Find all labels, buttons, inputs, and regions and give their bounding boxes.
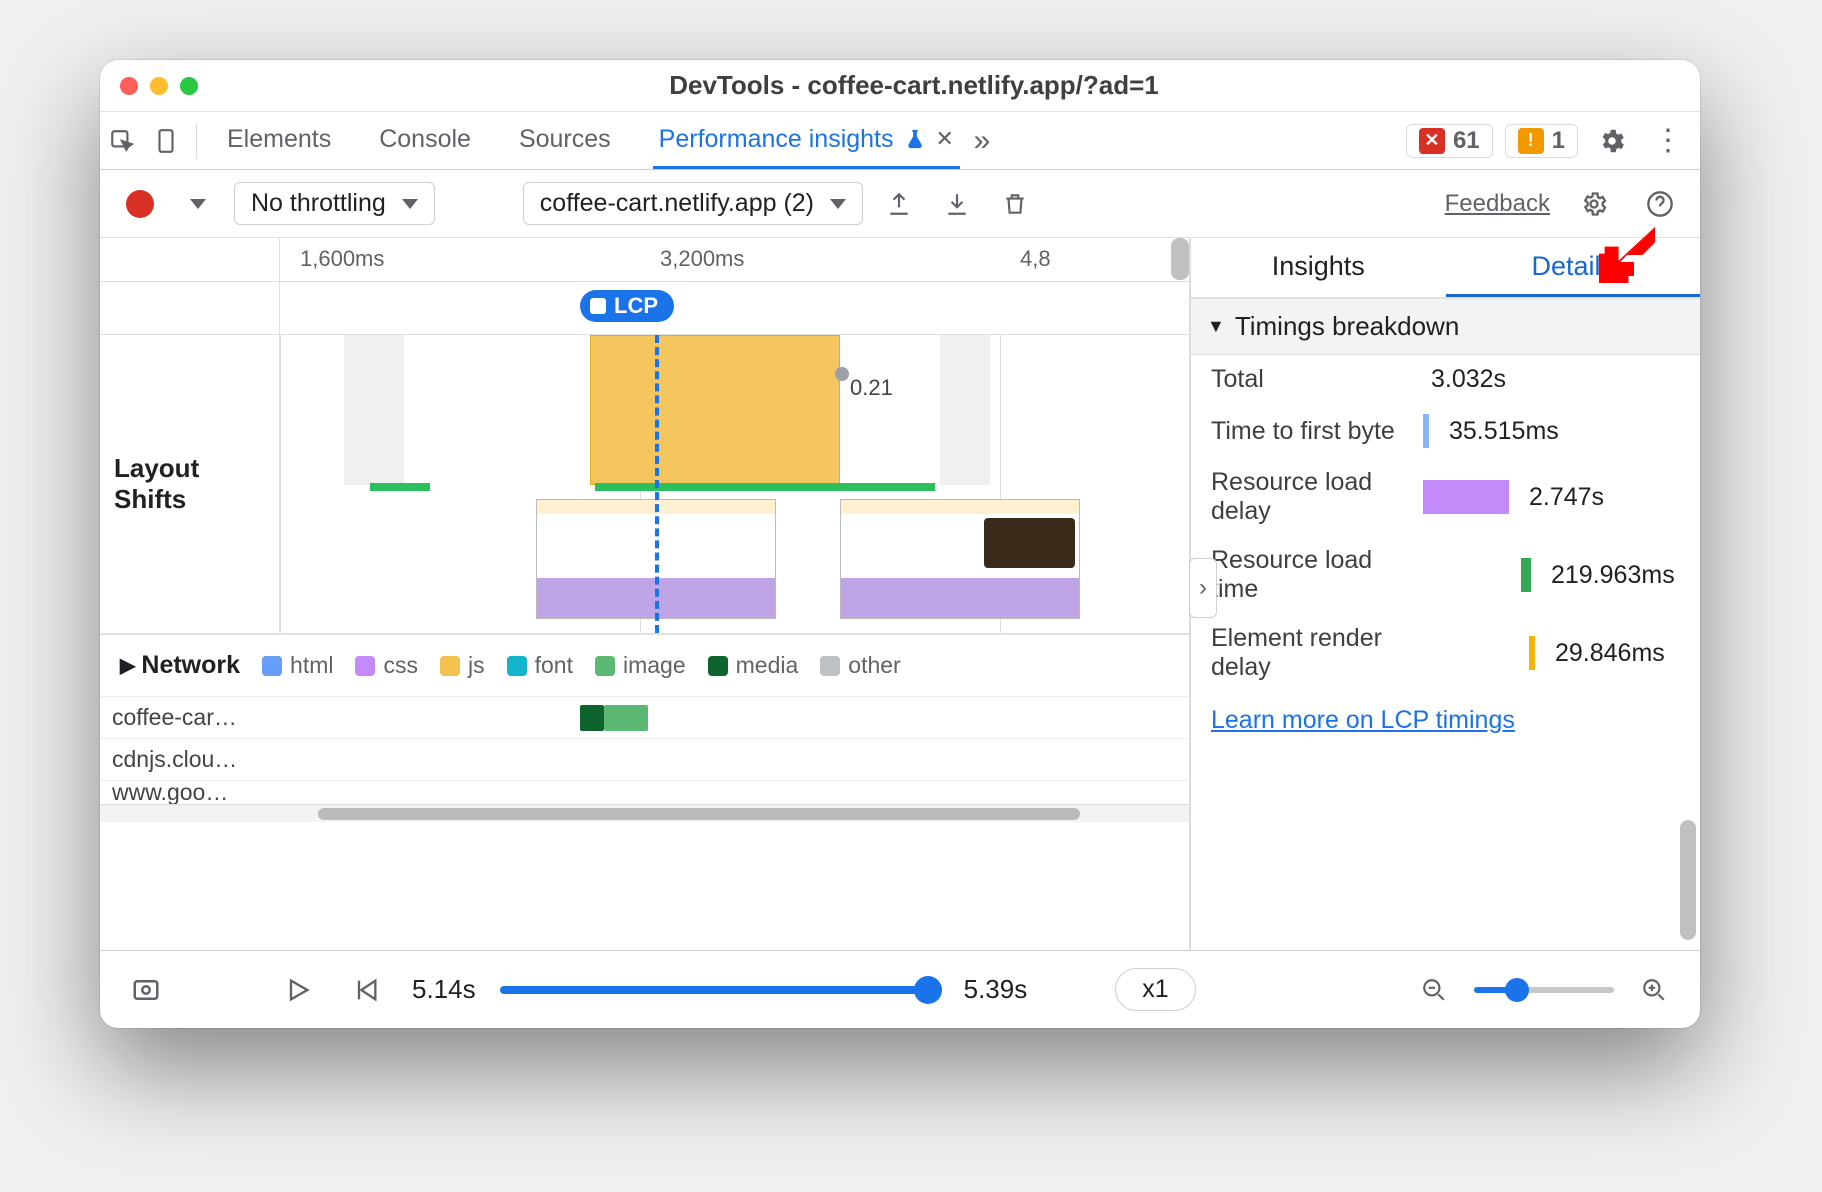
- flask-icon: [904, 128, 926, 150]
- metric-total: Total 3.032s: [1191, 355, 1700, 404]
- collapse-panel-icon[interactable]: ›: [1189, 558, 1217, 618]
- network-row[interactable]: coffee-car…: [100, 696, 1189, 738]
- chevron-down-icon: ▼: [1207, 316, 1225, 337]
- playhead[interactable]: [655, 335, 659, 633]
- legend-js[interactable]: js: [440, 652, 485, 679]
- tab-elements[interactable]: Elements: [221, 112, 337, 169]
- rewind-icon[interactable]: [344, 968, 388, 1012]
- stop-icon: [590, 298, 606, 314]
- more-menu-icon[interactable]: ⋮: [1646, 119, 1690, 163]
- inspect-element-icon[interactable]: [100, 119, 144, 163]
- network-toggle[interactable]: ▶ Network: [120, 651, 240, 680]
- timeline-ruler[interactable]: 1,600ms 3,200ms 4,8: [280, 238, 1189, 282]
- maximize-window-button[interactable]: [180, 77, 198, 95]
- window-controls: [100, 77, 218, 95]
- errors-badge[interactable]: ✕ 61: [1406, 124, 1493, 158]
- insights-toolbar: No throttling coffee-cart.netlify.app (2…: [100, 170, 1700, 238]
- device-toolbar-icon[interactable]: [144, 119, 188, 163]
- record-button[interactable]: [118, 182, 162, 226]
- legend-image[interactable]: image: [595, 652, 686, 679]
- window-title: DevTools - coffee-cart.netlify.app/?ad=1: [218, 70, 1700, 101]
- annotation-arrow-icon: [1592, 220, 1662, 286]
- sidepanel-tab-details[interactable]: Details: [1446, 238, 1701, 297]
- warning-icon: !: [1518, 128, 1544, 154]
- network-row[interactable]: www.goo…: [100, 780, 1189, 804]
- network-row[interactable]: cdnjs.clou…: [100, 738, 1189, 780]
- seek-slider[interactable]: [500, 986, 940, 994]
- zoom-in-icon[interactable]: [1632, 968, 1676, 1012]
- sidepanel-tab-insights[interactable]: Insights: [1191, 238, 1446, 297]
- titlebar: DevTools - coffee-cart.netlify.app/?ad=1: [100, 60, 1700, 112]
- legend-media[interactable]: media: [708, 652, 799, 679]
- feedback-link[interactable]: Feedback: [1445, 190, 1550, 218]
- devtools-tabstrip: Elements Console Sources Performance ins…: [100, 112, 1700, 170]
- legend-font[interactable]: font: [507, 652, 573, 679]
- horizontal-scrollbar[interactable]: [100, 804, 1189, 822]
- play-icon[interactable]: [276, 968, 320, 1012]
- legend-other[interactable]: other: [820, 652, 900, 679]
- minimize-window-button[interactable]: [150, 77, 168, 95]
- delete-icon[interactable]: [993, 182, 1037, 226]
- metric-element-render-delay: Element render delay 29.846ms: [1191, 614, 1700, 692]
- zoom-slider[interactable]: [1474, 987, 1614, 993]
- zoom-out-icon[interactable]: [1412, 968, 1456, 1012]
- legend-css[interactable]: css: [355, 652, 418, 679]
- legend-html[interactable]: html: [262, 652, 333, 679]
- layout-shifts-label: Layout Shifts: [114, 453, 265, 515]
- close-tab-icon[interactable]: ✕: [936, 126, 954, 152]
- playback-bar: 5.14s 5.39s x1: [100, 950, 1700, 1028]
- tab-sources[interactable]: Sources: [513, 112, 617, 169]
- chevron-right-icon: ▶: [120, 653, 135, 678]
- panel-settings-icon[interactable]: [1572, 182, 1616, 226]
- more-tabs-icon[interactable]: »: [960, 119, 1004, 163]
- network-track: ▶ Network html css js font image media o…: [100, 634, 1189, 804]
- devtools-window: DevTools - coffee-cart.netlify.app/?ad=1…: [100, 60, 1700, 1028]
- tab-performance-insights[interactable]: Performance insights ✕: [653, 112, 960, 169]
- lcp-marker[interactable]: LCP: [580, 290, 674, 322]
- cls-event[interactable]: [590, 335, 840, 485]
- tab-console[interactable]: Console: [373, 112, 477, 169]
- import-icon[interactable]: [935, 182, 979, 226]
- end-time: 5.39s: [964, 974, 1028, 1005]
- metric-resource-load-time: Resource load time 219.963ms: [1191, 536, 1700, 614]
- metric-ttfb: Time to first byte 35.515ms: [1191, 404, 1700, 458]
- cls-value-label: 0.21: [850, 375, 893, 401]
- error-icon: ✕: [1419, 128, 1445, 154]
- target-select[interactable]: coffee-cart.netlify.app (2): [523, 182, 863, 225]
- learn-more-link[interactable]: Learn more on LCP timings: [1191, 692, 1535, 749]
- timings-breakdown-toggle[interactable]: ▼ Timings breakdown: [1191, 298, 1700, 355]
- metric-resource-load-delay: Resource load delay 2.747s: [1191, 458, 1700, 536]
- details-panel: › Insights Details ▼ Timings breakdown: [1190, 238, 1700, 950]
- help-icon[interactable]: [1638, 182, 1682, 226]
- current-time: 5.14s: [412, 974, 476, 1005]
- playback-speed[interactable]: x1: [1115, 968, 1195, 1011]
- screenshot-thumb[interactable]: [840, 499, 1080, 619]
- close-window-button[interactable]: [120, 77, 138, 95]
- settings-icon[interactable]: [1590, 119, 1634, 163]
- sidepanel-scrollbar[interactable]: [1680, 380, 1696, 940]
- toggle-view-icon[interactable]: [124, 968, 168, 1012]
- throttling-select[interactable]: No throttling: [234, 182, 435, 225]
- warnings-badge[interactable]: ! 1: [1505, 124, 1578, 158]
- layout-shifts-track[interactable]: Layout Shifts 0.21: [100, 334, 1189, 634]
- record-options-dropdown[interactable]: [176, 182, 220, 226]
- export-icon[interactable]: [877, 182, 921, 226]
- cls-point[interactable]: [835, 367, 849, 381]
- timeline-panel: 1,600ms 3,200ms 4,8 LCP: [100, 238, 1190, 950]
- markers-track[interactable]: LCP: [280, 282, 1189, 334]
